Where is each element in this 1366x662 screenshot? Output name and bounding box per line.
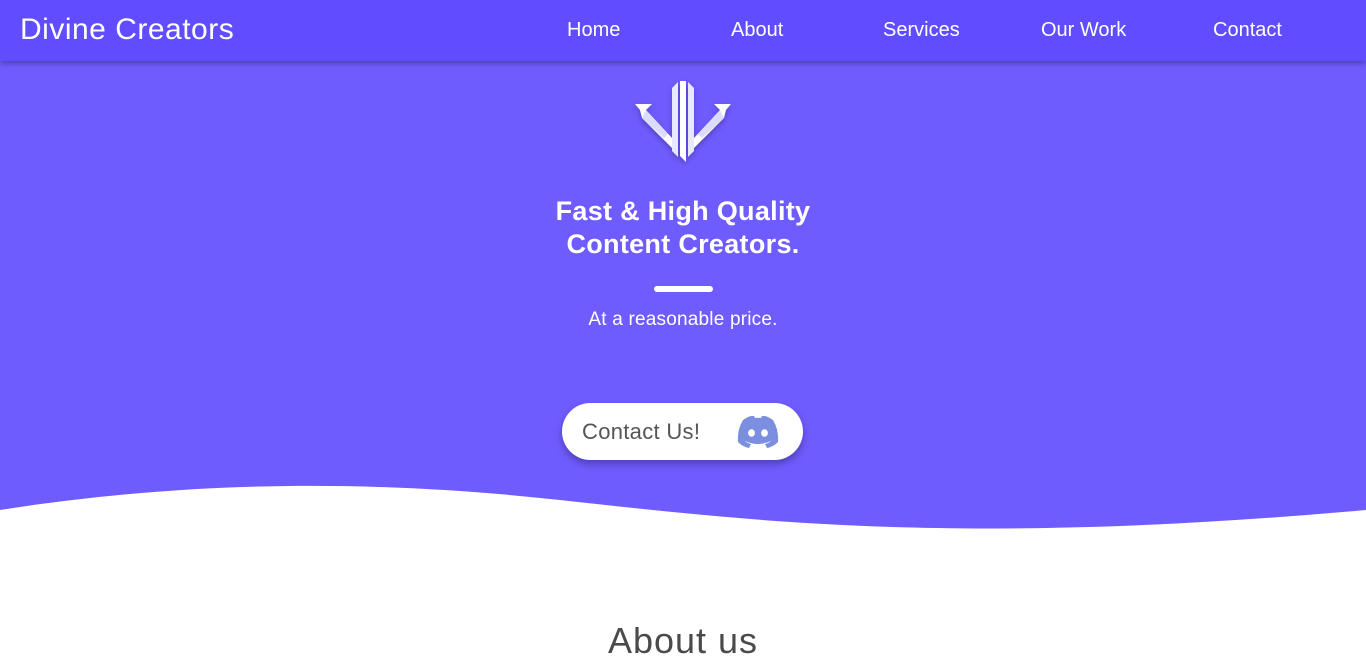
hero-divider (654, 286, 713, 292)
hero-section: Fast & High Quality Content Creators. At… (0, 0, 1366, 550)
contact-us-button[interactable]: Contact Us! (562, 403, 803, 460)
contact-us-label: Contact Us! (582, 419, 701, 444)
discord-icon (737, 415, 779, 448)
nav-link-our-work[interactable]: Our Work (1041, 19, 1126, 42)
nav-links: Home About Services Our Work Contact (0, 19, 1366, 45)
hero-subtitle: At a reasonable price. (588, 309, 778, 330)
nav-link-contact[interactable]: Contact (1213, 19, 1282, 42)
navbar: Divine Creators Home About Services Our … (0, 0, 1366, 61)
nav-link-home[interactable]: Home (567, 19, 620, 42)
nav-link-about[interactable]: About (731, 19, 783, 42)
hero-headline-line1: Fast & High Quality (555, 196, 811, 226)
about-section-title: About us (607, 620, 759, 661)
divine-creators-logo (635, 81, 731, 162)
hero-wave-divider (0, 485, 1366, 550)
hero-headline-line2: Content Creators. (566, 229, 800, 259)
nav-link-services[interactable]: Services (883, 19, 960, 42)
hero-headline: Fast & High Quality Content Creators. (383, 195, 983, 261)
